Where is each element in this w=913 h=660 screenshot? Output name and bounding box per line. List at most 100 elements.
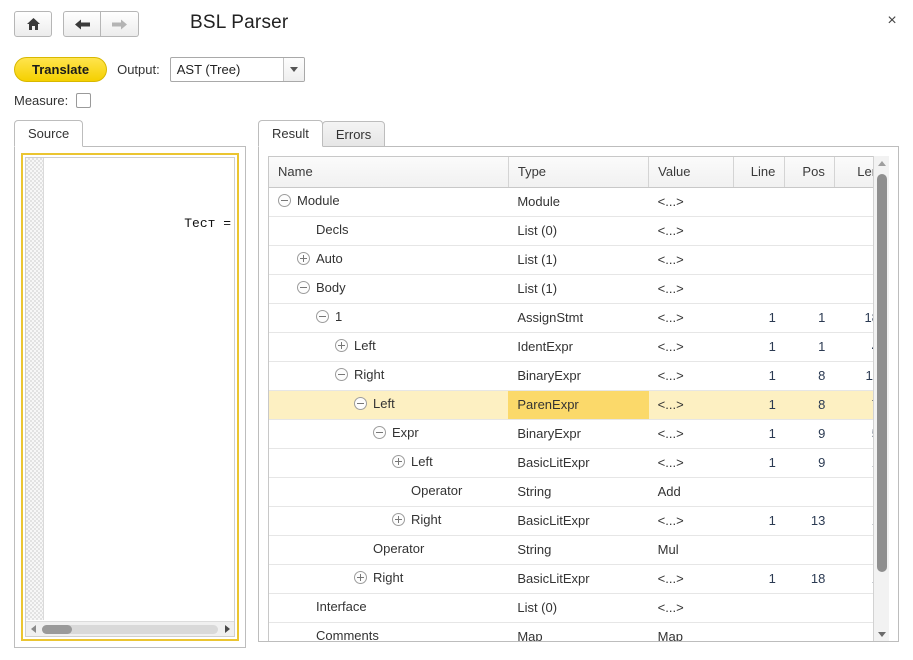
node-label: Left [354, 338, 376, 353]
cell-value: Mul [648, 535, 734, 565]
measure-checkbox[interactable] [76, 93, 92, 108]
table-row[interactable]: RightBasicLitExpr<...>1181 [269, 564, 888, 594]
output-select[interactable]: AST (Tree) [169, 57, 305, 82]
collapse-icon[interactable] [373, 426, 386, 439]
cell-line [733, 187, 785, 217]
ast-tree-grid: Name Type Value Line Pos Len Module Modul… [268, 156, 889, 641]
tab-errors[interactable]: Errors [321, 121, 386, 147]
cell-line: 1 [733, 506, 785, 536]
expand-icon[interactable] [335, 339, 348, 352]
cell-value: <...> [648, 419, 734, 449]
translate-button[interactable]: Translate [14, 57, 108, 82]
table-row[interactable]: RightBinaryExpr<...>1811 [269, 361, 888, 391]
cell-value: Map [657, 629, 683, 641]
vscroll-track[interactable] [874, 170, 890, 627]
vscroll-thumb[interactable] [876, 174, 887, 572]
node-label: Right [373, 570, 404, 585]
cell-type: ParenExpr [508, 390, 649, 420]
expand-icon[interactable] [392, 455, 405, 468]
cell-type: List (1) [508, 274, 649, 304]
source-horizontal-scrollbar[interactable] [26, 621, 234, 636]
table-row[interactable]: Operator String Mul [269, 535, 888, 565]
scroll-right-button[interactable] [220, 622, 234, 637]
source-code-area[interactable]: Тест = (1 + 2) * 3; [45, 158, 234, 620]
title-bar: BSL Parser × [0, 0, 913, 48]
cell-name: Expr [269, 419, 509, 449]
table-row[interactable]: Auto List (1) <...> [269, 245, 888, 275]
code-line: Тест = (1 + 2) * 3; [45, 198, 234, 249]
cell-type: AssignStmt [508, 303, 649, 333]
home-button-group [14, 11, 52, 37]
collapse-icon[interactable] [278, 194, 291, 207]
collapse-icon[interactable] [335, 368, 348, 381]
node-label: Operator [373, 541, 425, 556]
tab-source[interactable]: Source [14, 120, 84, 147]
cell-pos [784, 245, 835, 275]
result-vertical-scrollbar[interactable] [873, 156, 889, 641]
collapse-icon[interactable] [354, 397, 367, 410]
node-label: Operator [411, 483, 463, 498]
hscroll-track[interactable] [42, 624, 218, 634]
cell-pos [784, 593, 835, 623]
source-panel: Тест = (1 + 2) * 3; [14, 146, 246, 648]
collapse-icon[interactable] [316, 310, 329, 323]
column-header-type[interactable]: Type [508, 157, 650, 188]
output-select-arrow[interactable] [282, 58, 304, 81]
home-button[interactable] [14, 11, 52, 37]
scroll-up-button[interactable] [874, 156, 890, 170]
cell-value: <...> [648, 361, 734, 391]
table-row[interactable]: Body List (1) <...> [269, 274, 888, 304]
cell-value: <...> [648, 332, 734, 362]
table-row[interactable]: Comments Map Map [269, 622, 888, 641]
cell-name: Operator [269, 535, 509, 565]
table-row[interactable]: RightBasicLitExpr<...>1131 [269, 506, 888, 536]
column-header-pos[interactable]: Pos [784, 157, 835, 188]
table-row[interactable]: LeftIdentExpr<...>114 [269, 332, 888, 362]
node-label: Module [297, 193, 340, 208]
expand-icon[interactable] [392, 513, 405, 526]
result-tabbar: Result Errors [258, 120, 386, 147]
close-icon[interactable]: × [881, 10, 903, 32]
column-header-value[interactable]: Value [648, 157, 734, 188]
table-row[interactable]: Decls List (0) <...> [269, 216, 888, 246]
node-label: Left [373, 396, 395, 411]
column-header-name[interactable]: Name [269, 157, 509, 188]
tab-result[interactable]: Result [258, 120, 323, 147]
ast-table-body: Module Module <...> Decls List (0) <...> Auto L… [269, 187, 888, 641]
cell-pos [784, 187, 835, 217]
cell-value: <...> [648, 390, 734, 420]
table-row[interactable]: ExprBinaryExpr<...>195 [269, 419, 888, 449]
expand-icon[interactable] [297, 252, 310, 265]
cell-name: 1 [269, 303, 509, 333]
cell-name: Interface [269, 593, 509, 623]
node-label: Left [411, 454, 433, 469]
table-row[interactable]: 1 AssignStmt <...> 1 1 18 [269, 303, 888, 333]
table-row[interactable]: Operator String Add [269, 477, 888, 507]
column-header-line[interactable]: Line [733, 157, 786, 188]
source-tabbar: Source [14, 120, 84, 147]
cell-type: IdentExpr [508, 332, 649, 362]
scroll-left-button[interactable] [26, 622, 40, 637]
forward-button[interactable] [101, 11, 139, 37]
hscroll-thumb[interactable] [42, 624, 72, 634]
table-row[interactable]: Module Module <...> [269, 187, 888, 217]
cell-value: Add [648, 477, 734, 507]
table-row[interactable]: LeftParenExpr<...>187 [269, 390, 888, 420]
cell-line: 1 [733, 448, 785, 478]
cell-pos: 1 [784, 332, 835, 362]
collapse-icon[interactable] [297, 281, 310, 294]
node-label: 1 [335, 309, 343, 324]
cell-line [733, 477, 785, 507]
triangle-left-icon [30, 625, 36, 633]
back-button[interactable] [63, 11, 101, 37]
cell-line [733, 274, 785, 304]
table-row[interactable]: LeftBasicLitExpr<...>191 [269, 448, 888, 478]
table-row[interactable]: Interface List (0) <...> [269, 593, 888, 623]
node-label: Comments [316, 628, 379, 641]
measure-row: Measure: [14, 93, 92, 108]
expand-icon[interactable] [354, 571, 367, 584]
cell-line: 1 [733, 419, 785, 449]
source-editor[interactable]: Тест = (1 + 2) * 3; [25, 157, 235, 637]
scroll-down-button[interactable] [874, 627, 890, 641]
cell-type: List (0) [508, 216, 649, 246]
